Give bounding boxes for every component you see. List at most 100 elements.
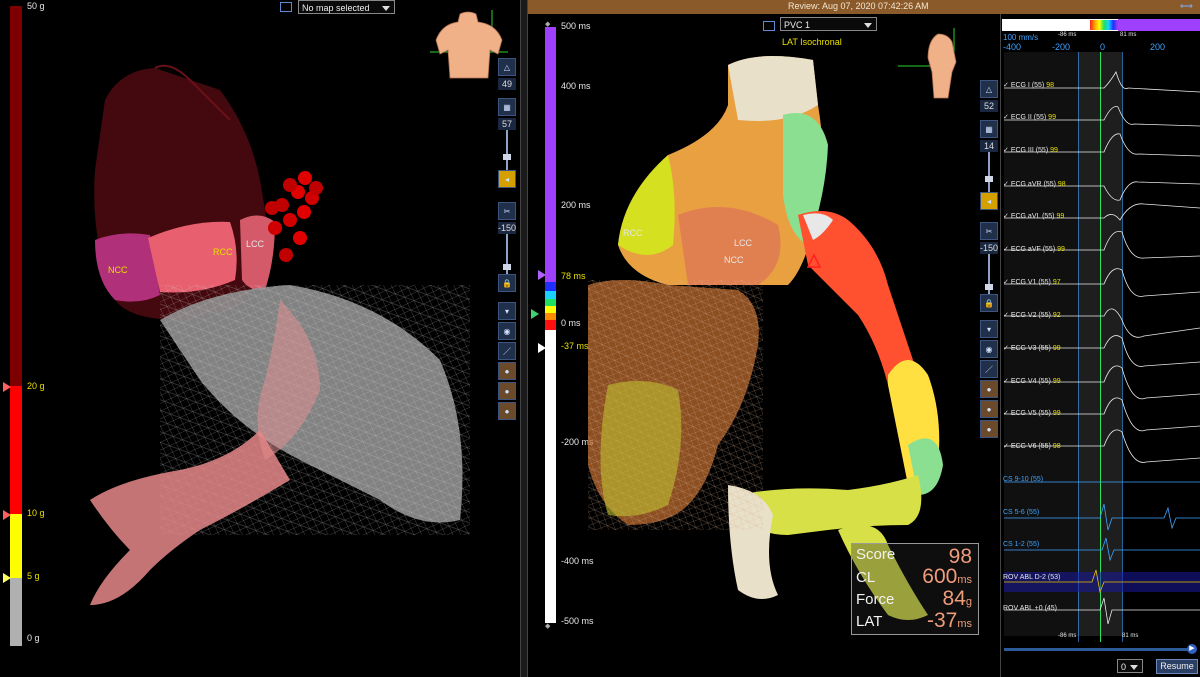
cs-label-9-10[interactable]: CS 9-10 (55) [1003,476,1043,483]
rov-label-d2[interactable]: ROV ABL D-2 (53) [1003,574,1060,581]
left-scissors-button[interactable]: ✂ [498,202,516,220]
lat-tick-neg37: -37 ms [561,341,589,351]
left-catheter-icon[interactable]: ／ [498,342,516,360]
left-map-select[interactable]: No map selected [298,0,395,14]
middle-peak-button[interactable]: △ [980,80,998,98]
lat-marker-neg37[interactable] [538,343,546,353]
middle-opacity-icon[interactable]: ▦ [980,120,998,138]
cl-label: CL [856,569,876,586]
force-marker-10[interactable] [3,510,11,520]
ecg-label-avf[interactable]: ✓ ECG aVF (55) 99 [1003,245,1065,253]
middle-scissors-button[interactable]: ✂ [980,222,998,240]
ecg-label-v5[interactable]: ✓ ECG V5 (55) 99 [1003,409,1061,417]
left-count-2: 57 [498,118,516,130]
point-info-box: Score 98 CL 600ms Force 84g LAT -37ms [851,543,979,635]
force-label: Force [856,591,895,608]
ecg-label-v3[interactable]: ✓ ECG V3 (55) 99 [1003,344,1061,352]
left-view-front-icon[interactable]: ● [498,362,516,380]
rov-label-0[interactable]: ROV ABL +0 (45) [1003,605,1057,612]
trace-scrollbar[interactable] [1004,648,1188,651]
middle-opacity-slider[interactable] [980,152,998,192]
left-view-back-icon[interactable]: ● [498,402,516,420]
middle-expand-button[interactable]: ▾ [980,320,998,338]
lat-marker-78[interactable] [538,270,546,280]
ecg-label-avr[interactable]: ✓ ECG aVR (55) 98 [1003,180,1066,188]
middle-lcc-label: LCC [734,238,753,248]
cs-label-5-6[interactable]: CS 5-6 (55) [1003,509,1039,516]
lat-value: -37 [926,609,958,632]
axis-tick-neg200: -200 [1052,42,1071,52]
timeline-rainbow-marker[interactable] [1090,20,1118,30]
force-value: 84 [942,587,966,610]
lat-tick-500: 500 ms [561,21,591,31]
lat-tick-200: 200 ms [561,200,591,210]
left-lcc-label: LCC [246,239,265,249]
window-right-label-bottom: 81 ms [1122,633,1139,639]
score-label: Score [856,546,896,563]
left-offset: -150 [498,222,517,234]
ecg-label-ii[interactable]: ✓ ECG II (55) 99 [1003,113,1056,121]
axis-tick-neg400: -400 [1003,42,1022,52]
axis-tick-200: 200 [1150,42,1166,52]
timeline-selection[interactable] [1118,19,1200,31]
middle-count-1: 52 [980,100,998,112]
lat-scale-bottom-handle[interactable]: ◆ [545,622,550,630]
middle-panel: Review: Aug 07, 2020 07:42:26 AM ◆ ◆ 500… [528,0,1200,677]
left-ncc-label: NCC [108,265,128,275]
window-left-label-top: -86 ms [1058,32,1077,38]
left-lock-icon[interactable]: 🔒 [498,274,516,292]
left-opacity-icon[interactable]: ▦ [498,98,516,116]
play-icon[interactable]: ▶ [1187,644,1197,654]
lat-marker-0[interactable] [531,309,539,319]
ecg-label-avl[interactable]: ✓ ECG aVL (55) 99 [1003,212,1064,220]
force-unit: g [965,596,972,608]
lat-label: LAT [856,613,883,630]
lat-unit: ms [957,618,972,630]
lat-tick-400: 400 ms [561,81,591,91]
resume-button[interactable]: Resume [1156,659,1198,674]
middle-offset-slider[interactable] [980,254,998,294]
left-eye-icon[interactable]: ◉ [498,322,516,340]
cl-value: 600 [922,565,958,588]
cs-label-1-2[interactable]: CS 1-2 (55) [1003,541,1039,548]
window-right-label-top: 81 ms [1120,32,1137,38]
middle-lock-icon[interactable]: 🔒 [980,294,998,312]
middle-view-back-icon[interactable]: ● [980,420,998,438]
middle-tag-button[interactable]: ◂ [980,192,998,210]
ecg-label-v6[interactable]: ✓ ECG V6 (55) 98 [1003,442,1061,450]
left-expand-button[interactable]: ▾ [498,302,516,320]
panel-divider[interactable] [520,0,528,677]
lat-scale-top-handle[interactable]: ◆ [545,20,550,28]
sweep-speed[interactable]: 100 mm/s [1003,33,1038,42]
map-icon[interactable] [763,21,775,31]
force-marker-20[interactable] [3,382,11,392]
left-3d-anatomy-view[interactable] [60,60,480,620]
left-view-side-icon[interactable]: ● [498,382,516,400]
left-peak-button[interactable]: △ [498,58,516,76]
middle-map-select[interactable]: PVC 1 [780,17,877,31]
ecg-label-v1[interactable]: ✓ ECG V1 (55) 97 [1003,278,1061,286]
ecg-label-iii[interactable]: ✓ ECG III (55) 99 [1003,146,1058,154]
middle-view-side-icon[interactable]: ● [980,400,998,418]
axis-tick-0: 0 [1100,42,1106,52]
middle-toolbar: △ 52 ▦ 14 ◂ ✂ -150 🔒 ▾ ◉ ／ ● ● ● [980,80,998,440]
middle-view-front-icon[interactable]: ● [980,380,998,398]
left-offset-slider[interactable] [498,234,516,274]
window-resize-icon[interactable]: ⟷ [1180,1,1193,12]
map-icon[interactable] [280,2,292,12]
force-tick-50: 50 g [27,1,45,11]
ecg-label-v2[interactable]: ✓ ECG V2 (55) 92 [1003,311,1061,319]
left-opacity-slider[interactable] [498,130,516,170]
force-marker-5[interactable] [3,573,11,583]
middle-eye-icon[interactable]: ◉ [980,340,998,358]
middle-catheter-icon[interactable]: ／ [980,360,998,378]
bottom-select[interactable]: 0 [1117,659,1143,673]
middle-rcc-label: RCC [623,228,643,238]
middle-offset: -150 [980,242,999,254]
force-tick-5: 5 g [27,571,40,581]
force-tick-0: 0 g [27,633,40,643]
middle-count-2: 14 [980,140,998,152]
ecg-label-v4[interactable]: ✓ ECG V4 (55) 99 [1003,377,1061,385]
left-tag-button[interactable]: ◂ [498,170,516,188]
ecg-label-i[interactable]: ✓ ECG I (55) 98 [1003,81,1054,89]
